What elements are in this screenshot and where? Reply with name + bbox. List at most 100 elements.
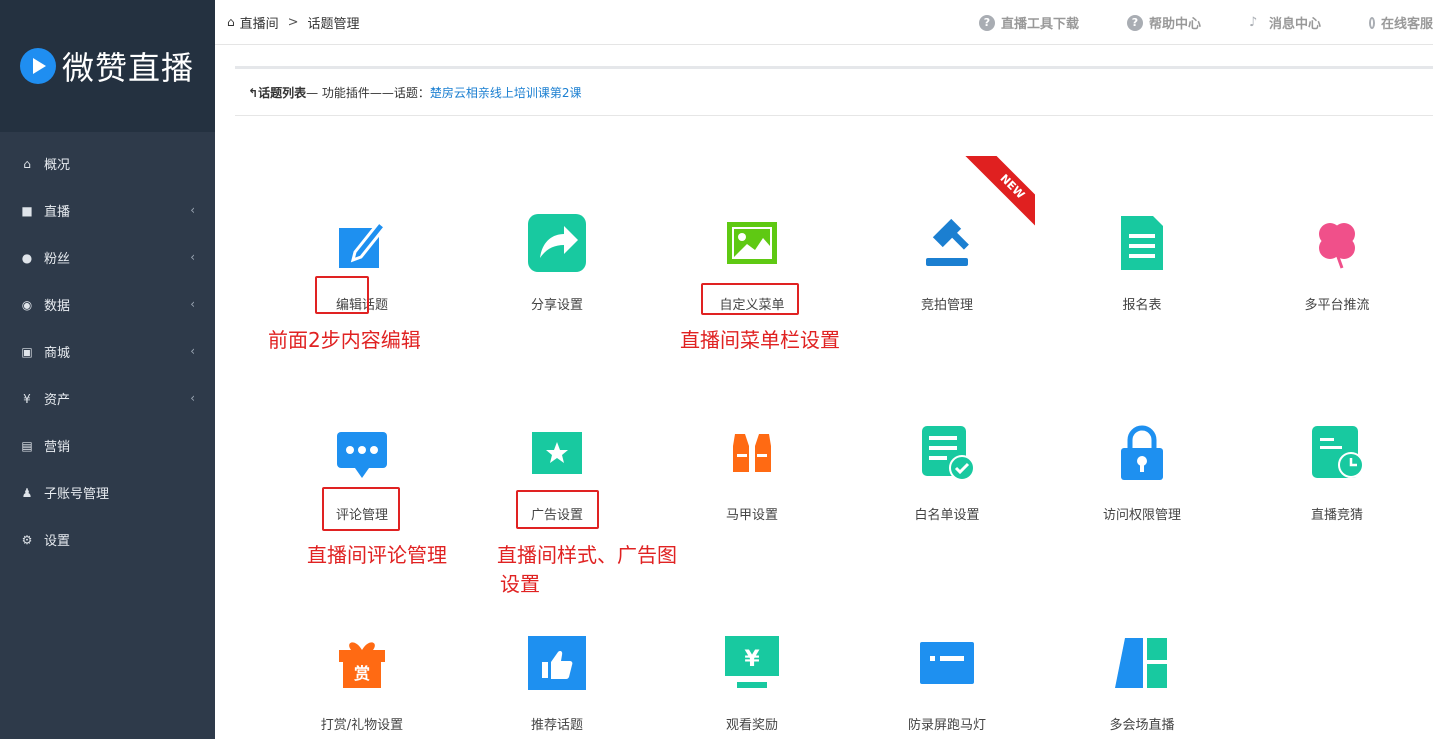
sidebar-item-live[interactable]: ■ 直播 ‹ [0,187,215,234]
home-icon: ⌂ [227,15,235,29]
tile-whitelist-settings[interactable]: 白名单设置 [867,424,1027,523]
highlight-ad-settings [516,490,599,529]
tile-vest-settings[interactable]: 马甲设置 [672,424,832,523]
tile-label: 多会场直播 [1109,718,1175,733]
highlight-custom-menu [701,283,799,315]
ticket-icon: ▤ [21,438,33,453]
annotation-note: 前面2步内容编辑 [268,328,421,352]
clock-doc-icon [1308,424,1366,482]
vest-icon [723,424,781,482]
sidebar: 微赞直播 ⌂ 概况 ■ 直播 ‹ ● 粉丝 ‹ ◉ 数据 ‹ ▣ 商城 ‹ ¥ … [0,0,215,739]
sidebar-item-assets[interactable]: ¥ 资产 ‹ [0,375,215,422]
sidebar-item-label: 粉丝 [44,252,71,267]
svg-text:¥: ¥ [744,647,760,672]
chevron-left-icon: ‹ [190,391,195,405]
tile-recommend-topic[interactable]: 推荐话题 [477,634,637,733]
back-label: 话题列表 [258,86,307,100]
svg-text:赏: 赏 [354,664,370,683]
tile-label: 防录屏跑马灯 [907,718,986,733]
top-links: ? 直播工具下载 ? 帮助中心 ♪ 消息中心 在线客服 [978,0,1433,45]
tile-access-management[interactable]: 访问权限管理 [1062,424,1222,523]
tile-live-quiz[interactable]: 直播竞猜 [1257,424,1417,523]
top-bar: ⌂ 直播间 > 话题管理 ? 直播工具下载 ? 帮助中心 ♪ 消息中心 在线客服 [215,0,1433,45]
logo-text: 微赞直播 [62,49,195,87]
tile-share-settings[interactable]: 分享设置 [477,214,637,313]
shop-icon: ▣ [21,344,33,359]
sidebar-item-label: 资产 [44,393,71,408]
gift-icon: 赏 [333,634,391,692]
sidebar-item-shop[interactable]: ▣ 商城 ‹ [0,328,215,375]
sidebar-item-data[interactable]: ◉ 数据 ‹ [0,281,215,328]
tile-multi-venue-live[interactable]: 多会场直播 [1062,634,1222,733]
question-icon: ? [978,14,995,31]
star-icon [528,424,586,482]
tile-label: 竞拍管理 [920,298,973,313]
clover-icon [1308,214,1366,272]
breadcrumb: ⌂ 直播间 > 话题管理 [215,13,360,32]
tile-anti-recording-marquee[interactable]: 防录屏跑马灯 [867,634,1027,733]
video-icon: ■ [21,203,33,218]
sidebar-item-label: 设置 [44,534,71,549]
online-service-label: 在线客服 [1380,17,1433,32]
tile-label: 观看奖励 [725,718,778,733]
sidebar-item-label: 营销 [44,440,71,455]
subaccount-icon: ♟ [21,485,33,500]
form-icon [1113,214,1171,272]
tile-label: 多平台推流 [1304,298,1370,313]
sidebar-nav: ⌂ 概况 ■ 直播 ‹ ● 粉丝 ‹ ◉ 数据 ‹ ▣ 商城 ‹ ¥ 资产 ‹ [0,132,215,563]
sidebar-item-subaccount[interactable]: ♟ 子账号管理 [0,469,215,516]
live-tool-download-link[interactable]: ? 直播工具下载 [978,13,1079,32]
tile-watch-reward[interactable]: ¥ 观看奖励 [672,634,832,733]
gear-icon: ⚙ [21,532,33,547]
live-tool-download-label: 直播工具下载 [1000,17,1079,32]
comment-icon [333,424,391,482]
sidebar-item-label: 直播 [44,205,71,220]
message-center-link[interactable]: ♪ 消息中心 [1249,13,1321,32]
topic-name[interactable]: 楚房云相亲线上培训课第2课 [430,84,582,101]
marquee-icon [918,634,976,692]
chevron-left-icon: ‹ [190,203,195,217]
sidebar-item-label: 子账号管理 [44,487,110,502]
headset-icon [1369,16,1375,29]
reward-icon: ¥ [723,634,781,692]
chevron-left-icon: ‹ [190,250,195,264]
question-icon: ? [1126,14,1143,31]
annotation-note: 直播间评论管理 [307,543,447,567]
tile-label: 访问权限管理 [1102,508,1181,523]
sidebar-item-label: 数据 [44,299,71,314]
thumbsup-icon [528,634,586,692]
share-icon [528,214,586,272]
multivenue-icon [1113,634,1171,692]
lock-icon [1113,424,1171,482]
tile-multi-platform-stream[interactable]: 多平台推流 [1257,214,1417,313]
chevron-left-icon: ‹ [190,297,195,311]
whitelist-icon [918,424,976,482]
tile-label: 分享设置 [530,298,583,313]
edit-icon [333,214,391,272]
chevron-left-icon: ‹ [190,344,195,358]
online-service-link[interactable]: 在线客服 [1369,13,1433,32]
highlight-edit-topic [315,276,369,314]
sub-breadcrumb-middle: — 功能插件——话题： [306,86,430,100]
sidebar-item-label: 概况 [44,158,71,173]
user-icon: ● [21,250,33,265]
logo[interactable]: 微赞直播 [0,0,215,132]
annotation-note: 设置 [500,572,540,596]
highlight-comment-management [322,487,400,531]
sidebar-item-fans[interactable]: ● 粉丝 ‹ [0,234,215,281]
image-icon [723,214,781,272]
back-to-topic-list[interactable]: ↰话题列表 [248,84,306,101]
sidebar-item-overview[interactable]: ⌂ 概况 [0,140,215,187]
tile-gift-settings[interactable]: 赏 打赏/礼物设置 [282,634,442,733]
new-badge: NEW [958,156,1035,236]
new-ribbon: NEW [955,156,1035,236]
breadcrumb-home[interactable]: 直播间 [240,13,279,32]
sidebar-item-settings[interactable]: ⚙ 设置 [0,516,215,563]
tile-label: 马甲设置 [725,508,778,523]
sub-breadcrumb: ↰话题列表 — 功能插件——话题： 楚房云相亲线上培训课第2课 [248,84,582,101]
tile-label: 直播竞猜 [1310,508,1363,523]
home-icon: ⌂ [23,156,31,171]
help-center-link[interactable]: ? 帮助中心 [1126,13,1201,32]
sidebar-item-marketing[interactable]: ▤ 营销 [0,422,215,469]
tile-registration-form[interactable]: 报名表 [1062,214,1222,313]
